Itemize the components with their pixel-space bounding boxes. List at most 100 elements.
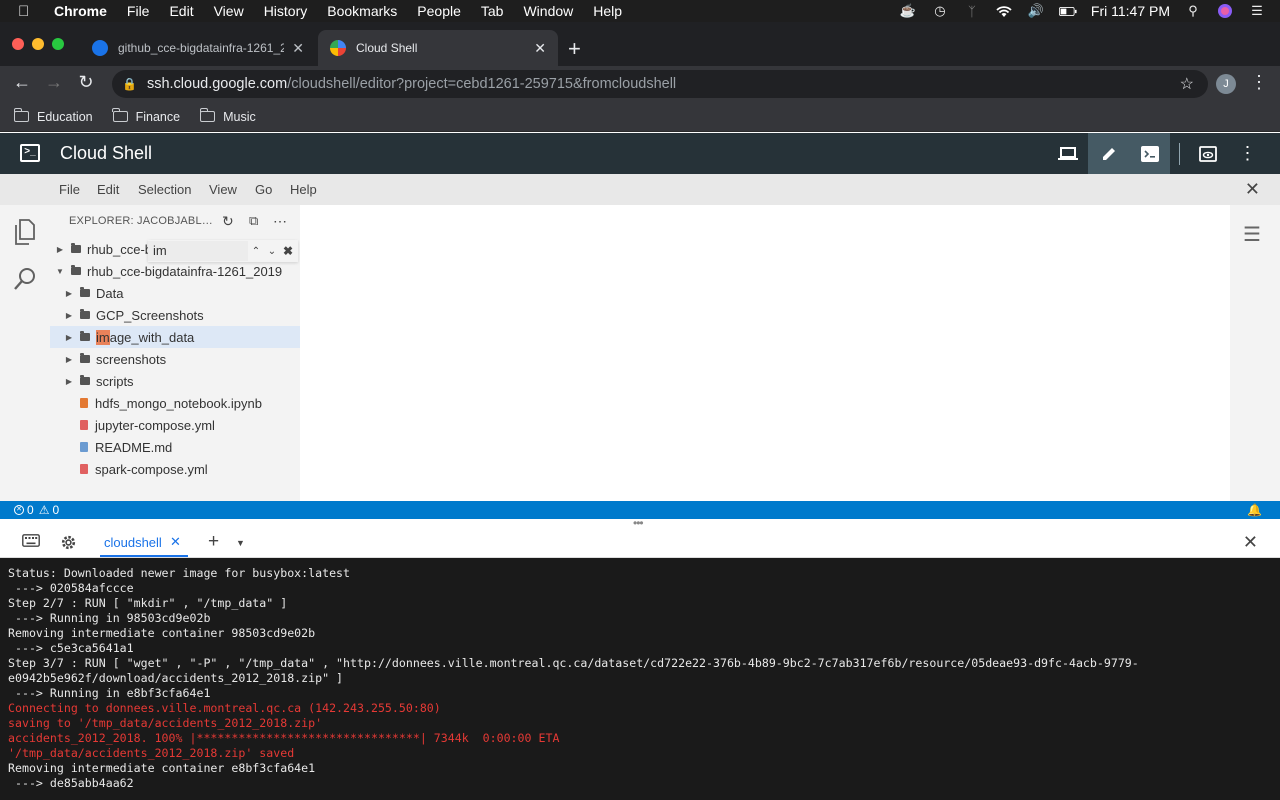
menu-help[interactable]: Help [593,3,622,19]
chevron-right-icon[interactable]: ▶ [64,355,74,364]
wifi-icon[interactable] [995,4,1013,18]
bookmark-folder-finance[interactable]: Finance [112,108,180,124]
settings-gear-icon[interactable] [60,534,77,555]
terminal-tab-cloudshell[interactable]: cloudshell [104,535,162,550]
menu-edit[interactable]: Edit [169,3,193,19]
tree-folder-row[interactable]: ▶ GCP_Screenshots [50,304,300,326]
chevron-right-icon[interactable]: ▶ [55,245,65,254]
panel-splitter[interactable]: ••• [0,516,1280,530]
bluetooth-icon[interactable]: ᛉ [963,4,981,19]
tree-folder-row[interactable]: ▶ Data [50,282,300,304]
keyboard-icon[interactable] [22,534,40,551]
drag-handle-icon[interactable]: ••• [633,516,644,530]
window-minimize-button[interactable] [32,38,44,50]
open-editor-pencil-icon[interactable] [1088,133,1129,174]
volume-icon[interactable]: 🔊 [1027,3,1045,18]
menu-view[interactable]: View [214,3,244,19]
editor-menu-view[interactable]: View [209,182,237,197]
menu-clock[interactable]: Fri 11:47 PM [1091,3,1170,19]
web-preview-icon[interactable] [1187,133,1228,174]
editor-menu-file[interactable]: File [59,182,80,197]
add-terminal-icon[interactable]: + [208,531,219,553]
coffee-cup-icon[interactable]: ☕ [899,3,917,18]
tree-folder-row[interactable]: ▼ rhub_cce-bigdatainfra-1261_2019 [50,260,300,282]
editor-menu-selection[interactable]: Selection [138,182,191,197]
close-terminal-tab-icon[interactable]: ✕ [170,534,181,550]
menu-file[interactable]: File [127,3,150,19]
tree-folder-row[interactable]: ▶ scripts [50,370,300,392]
lock-icon[interactable]: 🔒 [122,77,137,91]
notification-center-icon[interactable]: ☰ [1248,3,1266,18]
time-machine-icon[interactable]: ◷ [931,3,949,18]
chevron-down-icon[interactable]: ⌄ [264,246,280,257]
bookmark-folder-music[interactable]: Music [199,108,256,124]
profile-avatar[interactable]: J [1216,74,1236,94]
tree-folder-row[interactable]: ▶ image_with_data [50,326,300,348]
terminal-toggle-icon[interactable] [1129,133,1170,174]
close-terminal-panel-icon[interactable]: ✕ [1243,532,1258,553]
browser-tab-github[interactable]: github_cce-bigdatainfra-1261_20 ✕ [80,30,316,66]
terminal-line: Removing intermediate container e8bf3cfa… [8,761,316,775]
bookmark-folder-education[interactable]: Education [13,108,93,124]
menu-history[interactable]: History [264,3,308,19]
tree-file-row[interactable]: hdfs_mongo_notebook.ipynb [50,392,300,414]
chevron-right-icon[interactable]: ▶ [64,377,74,386]
chevron-right-icon[interactable]: ▶ [64,311,74,320]
editor-area[interactable] [300,205,1230,501]
menu-app-chrome[interactable]: Chrome [54,3,107,19]
bookmark-star-icon[interactable]: ☆ [1180,74,1194,94]
forward-arrow-icon[interactable]: → [42,72,66,93]
spotlight-search-icon[interactable]: ⚲ [1184,3,1202,18]
menu-people[interactable]: People [417,3,461,19]
close-tab-icon[interactable]: ✕ [534,40,546,57]
explorer-files-icon[interactable] [12,219,38,245]
window-close-button[interactable] [12,38,24,50]
page-title: Cloud Shell [60,143,153,163]
chevron-right-icon[interactable]: ▶ [64,333,74,342]
tree-find-input[interactable] [148,241,248,261]
close-editor-icon[interactable]: ✕ [1245,179,1260,200]
tree-file-row[interactable]: spark-compose.yml [50,458,300,480]
more-options-icon[interactable]: ⋮ [1227,133,1268,174]
chevron-up-icon[interactable]: ⌃ [248,246,264,257]
editor-menu-go[interactable]: Go [255,182,272,197]
back-arrow-icon[interactable]: ← [10,72,34,93]
menu-tab[interactable]: Tab [481,3,504,19]
terminal-line: accidents_2012_2018. 100% |*************… [8,731,560,745]
notifications-bell-icon[interactable]: 🔔 [1247,503,1262,517]
editor-menu-help[interactable]: Help [290,182,317,197]
url-host: ssh.cloud.google.com [146,76,288,92]
warning-count[interactable]: 0 [52,503,59,517]
warning-icon[interactable]: ⚠ [39,503,50,517]
chrome-menu-icon[interactable]: ⋮ [1250,72,1268,93]
tree-file-row[interactable]: README.md [50,436,300,458]
reload-icon[interactable]: ↻ [74,72,98,93]
search-icon[interactable] [12,267,38,293]
error-count[interactable]: 0 [27,503,34,517]
chevron-right-icon[interactable]: ▶ [64,289,74,298]
apple-menu-icon[interactable]:  [18,3,38,20]
close-icon[interactable]: ✖ [280,244,296,258]
siri-icon[interactable] [1216,4,1234,18]
chevron-down-icon[interactable]: ▼ [55,267,65,276]
tree-folder-row[interactable]: ▶ screenshots [50,348,300,370]
list-icon[interactable]: ☰ [1243,222,1261,247]
error-icon[interactable]: ✕ [14,505,24,515]
chevron-down-icon[interactable]: ▼ [236,538,245,548]
browser-tab-cloud-shell[interactable]: Cloud Shell ✕ [318,30,558,66]
explorer-title: EXPLORER: JACOBJABLONSKI [69,215,215,227]
refresh-icon[interactable]: ↻ [222,213,234,230]
address-bar[interactable]: 🔒 ssh.cloud.google.com /cloudshell/edito… [112,70,1208,98]
window-zoom-button[interactable] [52,38,64,50]
collapse-all-icon[interactable]: ⧉ [249,213,258,229]
laptop-preview-icon[interactable] [1047,133,1088,174]
explorer-more-icon[interactable]: ⋯ [273,213,287,230]
menu-bookmarks[interactable]: Bookmarks [327,3,397,19]
new-tab-button[interactable]: + [568,36,581,62]
close-tab-icon[interactable]: ✕ [292,40,304,57]
terminal-output[interactable]: Status: Downloaded newer image for busyb… [0,558,1280,800]
tree-file-row[interactable]: jupyter-compose.yml [50,414,300,436]
editor-menu-edit[interactable]: Edit [97,182,119,197]
menu-window[interactable]: Window [523,3,573,19]
battery-icon[interactable] [1058,4,1077,18]
